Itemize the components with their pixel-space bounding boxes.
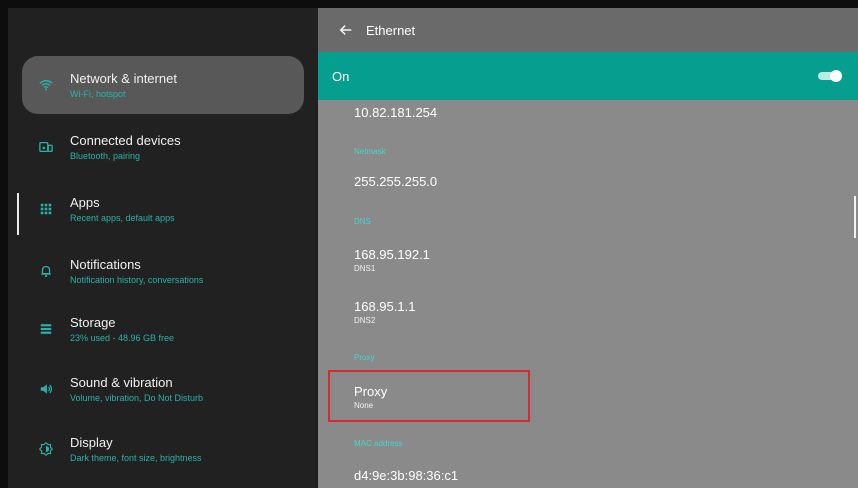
netmask-value: 255.255.255.0 xyxy=(354,174,438,189)
devices-icon xyxy=(22,140,70,154)
netmask-header: Netmask xyxy=(354,147,386,156)
storage-icon xyxy=(22,322,70,336)
sidebar-scroll-indicator[interactable] xyxy=(17,193,19,235)
back-arrow-icon[interactable] xyxy=(326,23,366,37)
mac-address-header: MAC address xyxy=(354,439,403,448)
settings-sidebar: Network & internet Wi-Fi, hotspot Connec… xyxy=(8,8,318,488)
bell-icon xyxy=(22,264,70,278)
sidebar-item-subtitle: Recent apps, default apps xyxy=(70,212,175,223)
sidebar-item-storage[interactable]: Storage 23% used - 48.96 GB free xyxy=(22,300,304,358)
ethernet-header: Ethernet xyxy=(318,8,858,52)
apps-grid-icon xyxy=(22,202,70,216)
sidebar-item-label: Storage xyxy=(70,314,116,330)
volume-icon xyxy=(22,382,70,396)
dns2-label: DNS2 xyxy=(354,316,376,325)
sidebar-item-network[interactable]: Network & internet Wi-Fi, hotspot xyxy=(22,56,304,114)
ethernet-panel: Ethernet On 10.82.181.254 Netmask 255.25… xyxy=(318,8,858,488)
dns1-label: DNS1 xyxy=(354,264,376,273)
ethernet-toggle-row[interactable]: On xyxy=(318,52,858,100)
dns1-value: 168.95.192.1 xyxy=(354,247,430,262)
page-title: Ethernet xyxy=(366,22,416,38)
sidebar-item-subtitle: Bluetooth, pairing xyxy=(70,150,141,161)
sidebar-item-label: Notifications xyxy=(70,256,141,272)
sidebar-item-connected-devices[interactable]: Connected devices Bluetooth, pairing xyxy=(22,118,304,176)
settings-window: Network & internet Wi-Fi, hotspot Connec… xyxy=(8,8,858,488)
sidebar-item-subtitle: Dark theme, font size, brightness xyxy=(70,452,202,463)
toggle-thumb xyxy=(830,70,842,82)
panel-scroll-indicator[interactable] xyxy=(854,196,856,238)
sidebar-item-notifications[interactable]: Notifications Notification history, conv… xyxy=(22,242,304,300)
sidebar-item-subtitle: 23% used - 48.96 GB free xyxy=(70,332,175,343)
mac-address-value: d4:9e:3b:98:36:c1 xyxy=(354,468,459,483)
sidebar-item-label: Network & internet xyxy=(70,70,177,86)
proxy-header: Proxy xyxy=(354,353,375,362)
sidebar-item-subtitle: Notification history, conversations xyxy=(70,274,204,285)
sidebar-item-sound[interactable]: Sound & vibration Volume, vibration, Do … xyxy=(22,360,304,418)
sidebar-item-apps[interactable]: Apps Recent apps, default apps xyxy=(22,180,304,238)
sidebar-item-display[interactable]: Display Dark theme, font size, brightnes… xyxy=(22,420,304,478)
wifi-icon xyxy=(22,78,70,92)
proxy-title[interactable]: Proxy xyxy=(354,384,387,399)
sidebar-item-label: Display xyxy=(70,434,113,450)
proxy-value: None xyxy=(354,401,374,410)
sidebar-item-label: Sound & vibration xyxy=(70,374,173,390)
sidebar-item-label: Apps xyxy=(70,194,100,210)
ethernet-toggle-switch[interactable] xyxy=(818,70,844,82)
dns2-value: 168.95.1.1 xyxy=(354,299,416,314)
ip-address-value: 10.82.181.254 xyxy=(354,105,438,120)
dns-header: DNS xyxy=(354,217,371,226)
toggle-label: On xyxy=(332,68,350,84)
sidebar-item-subtitle: Volume, vibration, Do Not Disturb xyxy=(70,392,204,403)
sidebar-item-label: Connected devices xyxy=(70,132,181,148)
display-icon xyxy=(22,442,70,456)
sidebar-item-subtitle: Wi-Fi, hotspot xyxy=(70,88,126,99)
